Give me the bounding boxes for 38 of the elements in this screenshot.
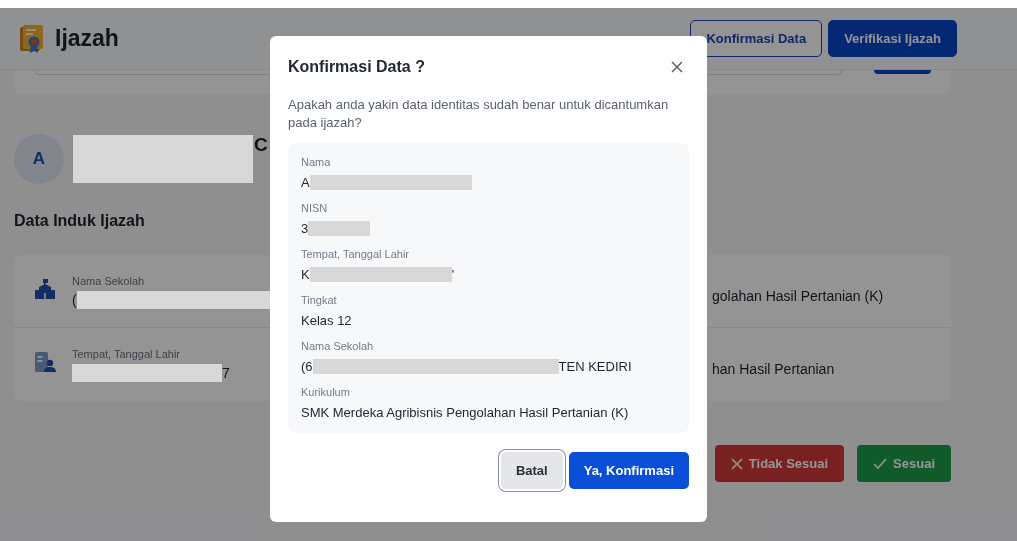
field-value: TEN KEDIRI [558,359,632,374]
dialog-title: Konfirmasi Data ? [288,58,425,76]
field-value: ' [451,267,455,282]
field-label: Nama [301,156,332,168]
field-label: Nama Sekolah [72,275,146,287]
field-value: Kelas 12 [301,313,352,328]
check-icon [873,457,888,470]
field-label: Tingkat [301,294,338,306]
field-value: SMK Merdeka Agribisnis Pengolahan Hasil Pertanian (K) [301,405,629,420]
accept-button[interactable]: Sesuai [857,445,951,482]
close-icon[interactable] [671,61,683,73]
id-card-icon [34,351,56,373]
verify-button[interactable]: Verifikasi Ijazah [828,20,957,57]
section-title: Data Induk Ijazah [14,212,145,230]
field-value: A [301,175,310,190]
field-value: golahan Hasil Pertanian (K) [712,288,884,304]
student-name: C [254,134,268,156]
school-icon [34,278,56,300]
close-icon [730,457,743,470]
reject-button[interactable]: Tidak Sesuai [714,445,845,482]
field-label: Tempat, Tanggal Lahir [301,248,411,260]
field-value: ( [72,292,77,308]
certificate-icon [19,23,45,54]
field-value: (6 [301,359,313,374]
field-label: NISN [301,202,329,214]
field-value: 3 [301,221,309,236]
dialog-message: Apakah anda yakin data identitas sudah benar untuk dicantumkan pada ijazah? [288,96,670,132]
field-value: 7 [222,365,230,381]
field-label: Nama Sekolah [301,340,375,352]
field-label: Kurikulum [301,386,351,398]
app-title: Ijazah [55,25,119,52]
field-label: Tempat, Tanggal Lahir [72,348,182,360]
field-value: K [301,267,310,282]
confirm-button[interactable]: Ya, Konfirmasi [568,452,689,489]
cancel-button[interactable]: Batal [500,452,563,489]
confirm-button[interactable]: Konfirmasi Data [690,20,823,57]
avatar: A [14,134,64,184]
field-value: han Hasil Pertanian [712,361,835,377]
